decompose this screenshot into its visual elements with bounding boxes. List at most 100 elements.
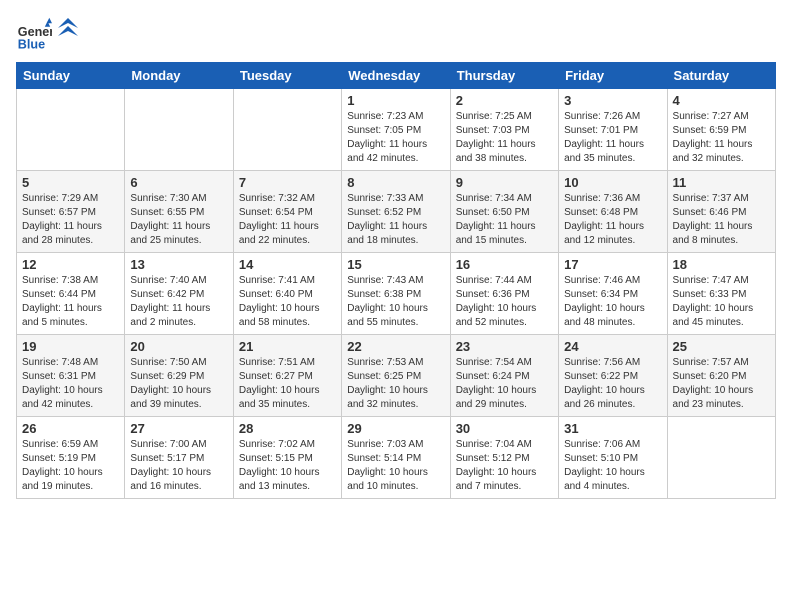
- calendar-day-cell: 24 Sunrise: 7:56 AM Sunset: 6:22 PM Dayli…: [559, 335, 667, 417]
- day-number: 14: [239, 257, 336, 272]
- weekday-header-monday: Monday: [125, 63, 233, 89]
- calendar-day-cell: [233, 89, 341, 171]
- day-info: Sunrise: 7:46 AM Sunset: 6:34 PM Dayligh…: [564, 274, 661, 330]
- calendar-day-cell: 4 Sunrise: 7:27 AM Sunset: 6:59 PM Daylig…: [667, 89, 775, 171]
- calendar-day-cell: 11 Sunrise: 7:37 AM Sunset: 6:46 PM Dayli…: [667, 171, 775, 253]
- day-number: 25: [673, 339, 770, 354]
- day-number: 24: [564, 339, 661, 354]
- calendar-day-cell: 29 Sunrise: 7:03 AM Sunset: 5:14 PM Dayli…: [342, 417, 450, 499]
- day-number: 5: [22, 175, 119, 190]
- calendar-day-cell: 9 Sunrise: 7:34 AM Sunset: 6:50 PM Daylig…: [450, 171, 558, 253]
- day-number: 11: [673, 175, 770, 190]
- day-info: Sunrise: 7:57 AM Sunset: 6:20 PM Dayligh…: [673, 356, 770, 412]
- page-header: General Blue: [16, 16, 776, 52]
- weekday-header-friday: Friday: [559, 63, 667, 89]
- day-number: 15: [347, 257, 444, 272]
- day-info: Sunrise: 7:36 AM Sunset: 6:48 PM Dayligh…: [564, 192, 661, 248]
- day-info: Sunrise: 7:53 AM Sunset: 6:25 PM Dayligh…: [347, 356, 444, 412]
- day-number: 18: [673, 257, 770, 272]
- calendar-day-cell: 26Sunrise: 6:59 AM Sunset: 5:19 PM Dayli…: [17, 417, 125, 499]
- weekday-header-row: SundayMondayTuesdayWednesdayThursdayFrid…: [17, 63, 776, 89]
- day-info: Sunrise: 7:30 AM Sunset: 6:55 PM Dayligh…: [130, 192, 227, 248]
- calendar-day-cell: 13Sunrise: 7:40 AM Sunset: 6:42 PM Dayli…: [125, 253, 233, 335]
- calendar-day-cell: 23 Sunrise: 7:54 AM Sunset: 6:24 PM Dayli…: [450, 335, 558, 417]
- day-number: 1: [347, 93, 444, 108]
- weekday-header-thursday: Thursday: [450, 63, 558, 89]
- calendar-day-cell: 19 Sunrise: 7:48 AM Sunset: 6:31 PM Dayli…: [17, 335, 125, 417]
- calendar-day-cell: 7Sunrise: 7:32 AM Sunset: 6:54 PM Daylig…: [233, 171, 341, 253]
- logo: General Blue: [16, 16, 78, 52]
- calendar-table: SundayMondayTuesdayWednesdayThursdayFrid…: [16, 62, 776, 499]
- calendar-week-row: 19 Sunrise: 7:48 AM Sunset: 6:31 PM Dayli…: [17, 335, 776, 417]
- day-info: Sunrise: 7:04 AM Sunset: 5:12 PM Dayligh…: [456, 438, 553, 494]
- svg-text:Blue: Blue: [18, 37, 45, 51]
- day-number: 31: [564, 421, 661, 436]
- day-number: 16: [456, 257, 553, 272]
- calendar-day-cell: [17, 89, 125, 171]
- calendar-day-cell: 2 Sunrise: 7:25 AM Sunset: 7:03 PM Daylig…: [450, 89, 558, 171]
- day-info: Sunrise: 7:33 AM Sunset: 6:52 PM Dayligh…: [347, 192, 444, 248]
- calendar-day-cell: 8Sunrise: 7:33 AM Sunset: 6:52 PM Daylig…: [342, 171, 450, 253]
- calendar-day-cell: 1 Sunrise: 7:23 AM Sunset: 7:05 PM Daylig…: [342, 89, 450, 171]
- weekday-header-saturday: Saturday: [667, 63, 775, 89]
- day-number: 23: [456, 339, 553, 354]
- day-info: Sunrise: 7:44 AM Sunset: 6:36 PM Dayligh…: [456, 274, 553, 330]
- day-number: 21: [239, 339, 336, 354]
- calendar-day-cell: 12 Sunrise: 7:38 AM Sunset: 6:44 PM Dayli…: [17, 253, 125, 335]
- calendar-day-cell: 21 Sunrise: 7:51 AM Sunset: 6:27 PM Dayli…: [233, 335, 341, 417]
- calendar-week-row: 26Sunrise: 6:59 AM Sunset: 5:19 PM Dayli…: [17, 417, 776, 499]
- day-number: 3: [564, 93, 661, 108]
- day-info: Sunrise: 7:54 AM Sunset: 6:24 PM Dayligh…: [456, 356, 553, 412]
- calendar-day-cell: 27 Sunrise: 7:00 AM Sunset: 5:17 PM Dayli…: [125, 417, 233, 499]
- day-info: Sunrise: 7:38 AM Sunset: 6:44 PM Dayligh…: [22, 274, 119, 330]
- day-number: 7: [239, 175, 336, 190]
- day-info: Sunrise: 7:56 AM Sunset: 6:22 PM Dayligh…: [564, 356, 661, 412]
- calendar-day-cell: 15 Sunrise: 7:43 AM Sunset: 6:38 PM Dayli…: [342, 253, 450, 335]
- calendar-day-cell: [667, 417, 775, 499]
- day-info: Sunrise: 7:25 AM Sunset: 7:03 PM Dayligh…: [456, 110, 553, 166]
- weekday-header-wednesday: Wednesday: [342, 63, 450, 89]
- day-info: Sunrise: 7:37 AM Sunset: 6:46 PM Dayligh…: [673, 192, 770, 248]
- day-number: 9: [456, 175, 553, 190]
- day-info: Sunrise: 7:00 AM Sunset: 5:17 PM Dayligh…: [130, 438, 227, 494]
- day-info: Sunrise: 7:47 AM Sunset: 6:33 PM Dayligh…: [673, 274, 770, 330]
- day-info: Sunrise: 7:03 AM Sunset: 5:14 PM Dayligh…: [347, 438, 444, 494]
- day-number: 2: [456, 93, 553, 108]
- day-info: Sunrise: 7:43 AM Sunset: 6:38 PM Dayligh…: [347, 274, 444, 330]
- day-info: Sunrise: 7:06 AM Sunset: 5:10 PM Dayligh…: [564, 438, 661, 494]
- weekday-header-sunday: Sunday: [17, 63, 125, 89]
- day-number: 22: [347, 339, 444, 354]
- calendar-week-row: 5 Sunrise: 7:29 AM Sunset: 6:57 PM Daylig…: [17, 171, 776, 253]
- day-info: Sunrise: 7:48 AM Sunset: 6:31 PM Dayligh…: [22, 356, 119, 412]
- logo-arrow-icon: [58, 18, 78, 38]
- day-info: Sunrise: 7:23 AM Sunset: 7:05 PM Dayligh…: [347, 110, 444, 166]
- day-number: 10: [564, 175, 661, 190]
- day-number: 19: [22, 339, 119, 354]
- calendar-day-cell: 10 Sunrise: 7:36 AM Sunset: 6:48 PM Dayli…: [559, 171, 667, 253]
- day-number: 12: [22, 257, 119, 272]
- calendar-day-cell: 20 Sunrise: 7:50 AM Sunset: 6:29 PM Dayli…: [125, 335, 233, 417]
- calendar-day-cell: 18 Sunrise: 7:47 AM Sunset: 6:33 PM Dayli…: [667, 253, 775, 335]
- day-info: Sunrise: 7:26 AM Sunset: 7:01 PM Dayligh…: [564, 110, 661, 166]
- day-number: 26: [22, 421, 119, 436]
- day-info: Sunrise: 7:34 AM Sunset: 6:50 PM Dayligh…: [456, 192, 553, 248]
- day-number: 27: [130, 421, 227, 436]
- day-info: Sunrise: 7:50 AM Sunset: 6:29 PM Dayligh…: [130, 356, 227, 412]
- day-number: 6: [130, 175, 227, 190]
- day-number: 4: [673, 93, 770, 108]
- calendar-day-cell: 16 Sunrise: 7:44 AM Sunset: 6:36 PM Dayli…: [450, 253, 558, 335]
- day-info: Sunrise: 7:29 AM Sunset: 6:57 PM Dayligh…: [22, 192, 119, 248]
- calendar-day-cell: 6 Sunrise: 7:30 AM Sunset: 6:55 PM Daylig…: [125, 171, 233, 253]
- day-number: 28: [239, 421, 336, 436]
- calendar-week-row: 12 Sunrise: 7:38 AM Sunset: 6:44 PM Dayli…: [17, 253, 776, 335]
- calendar-day-cell: 30Sunrise: 7:04 AM Sunset: 5:12 PM Dayli…: [450, 417, 558, 499]
- day-number: 17: [564, 257, 661, 272]
- day-number: 20: [130, 339, 227, 354]
- day-info: Sunrise: 7:27 AM Sunset: 6:59 PM Dayligh…: [673, 110, 770, 166]
- day-info: Sunrise: 7:41 AM Sunset: 6:40 PM Dayligh…: [239, 274, 336, 330]
- calendar-day-cell: 28Sunrise: 7:02 AM Sunset: 5:15 PM Dayli…: [233, 417, 341, 499]
- day-info: Sunrise: 7:51 AM Sunset: 6:27 PM Dayligh…: [239, 356, 336, 412]
- calendar-day-cell: 17 Sunrise: 7:46 AM Sunset: 6:34 PM Dayli…: [559, 253, 667, 335]
- calendar-day-cell: 5 Sunrise: 7:29 AM Sunset: 6:57 PM Daylig…: [17, 171, 125, 253]
- day-number: 29: [347, 421, 444, 436]
